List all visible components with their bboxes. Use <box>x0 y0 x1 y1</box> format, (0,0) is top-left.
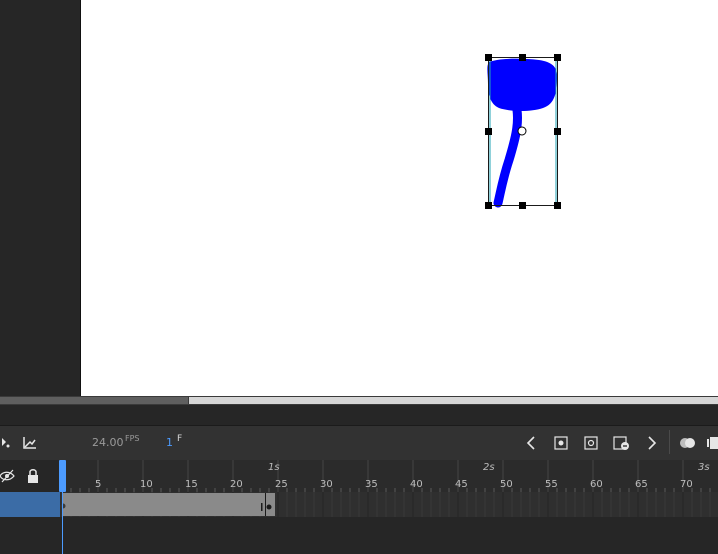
selected-layer-row[interactable] <box>0 492 60 517</box>
playhead-handle[interactable] <box>59 460 66 492</box>
lock-icon[interactable] <box>26 468 40 484</box>
frame-label-55: 55 <box>545 479 558 490</box>
panel-gap <box>0 405 718 425</box>
end-keyframe-marker[interactable] <box>260 502 274 512</box>
frame-label-20: 20 <box>230 479 243 490</box>
blue-drawing-head[interactable] <box>487 58 558 111</box>
paint-bucket-icon[interactable] <box>0 435 12 451</box>
frame-label-70: 70 <box>680 479 693 490</box>
handle-top-center[interactable] <box>519 54 526 61</box>
frame-label-65: 65 <box>635 479 648 490</box>
blue-drawing-stem[interactable] <box>493 105 522 208</box>
frame-label-25: 25 <box>275 479 288 490</box>
onion-skin-icon[interactable] <box>678 435 698 451</box>
frame-label-5: 5 <box>95 479 102 490</box>
empty-layer-area[interactable] <box>60 517 718 554</box>
scrollbar-track[interactable] <box>189 397 718 404</box>
chevron-left-icon[interactable] <box>524 435 538 451</box>
frame-label-15: 15 <box>185 479 198 490</box>
second-marker-2s: 2s <box>483 462 495 473</box>
edit-multiple-frames-icon[interactable] <box>706 435 718 451</box>
stage-artwork <box>485 54 561 209</box>
fps-unit-label: FPS <box>125 434 140 443</box>
handle-bottom-center[interactable] <box>519 202 526 209</box>
second-marker-1s: 1s <box>268 462 280 473</box>
insert-blank-keyframe-icon[interactable] <box>584 435 598 451</box>
transform-pivot[interactable] <box>517 126 527 136</box>
handle-middle-right[interactable] <box>554 128 561 135</box>
insert-keyframe-icon[interactable] <box>554 435 568 451</box>
second-marker-3s: 3s <box>698 462 710 473</box>
eye-slash-icon[interactable] <box>0 468 16 484</box>
frame-label-45: 45 <box>455 479 468 490</box>
frame-label-50: 50 <box>500 479 513 490</box>
frame-label-40: 40 <box>410 479 423 490</box>
toolbar-divider <box>669 430 670 454</box>
fps-value[interactable]: 24.00 <box>92 436 124 449</box>
frame-label-35: 35 <box>365 479 378 490</box>
frame-unit-label: F <box>177 434 183 444</box>
handle-top-right[interactable] <box>554 54 561 61</box>
frame-span[interactable] <box>62 493 265 516</box>
remove-keyframe-icon[interactable] <box>613 435 631 451</box>
chevron-right-icon[interactable] <box>645 435 659 451</box>
handle-top-left[interactable] <box>485 54 492 61</box>
frame-label-30: 30 <box>320 479 333 490</box>
tools-panel <box>0 0 80 396</box>
frame-label-10: 10 <box>140 479 153 490</box>
handle-middle-left[interactable] <box>485 128 492 135</box>
ruler-ticks <box>61 460 711 492</box>
scrollbar-thumb[interactable] <box>0 397 188 404</box>
frame-label-60: 60 <box>590 479 603 490</box>
stage-canvas[interactable] <box>81 0 718 396</box>
handle-bottom-left[interactable] <box>485 202 492 209</box>
handle-bottom-right[interactable] <box>554 202 561 209</box>
current-frame-value[interactable]: 1 <box>166 436 173 449</box>
frame-ruler[interactable] <box>60 460 718 492</box>
graph-icon[interactable] <box>22 435 38 451</box>
